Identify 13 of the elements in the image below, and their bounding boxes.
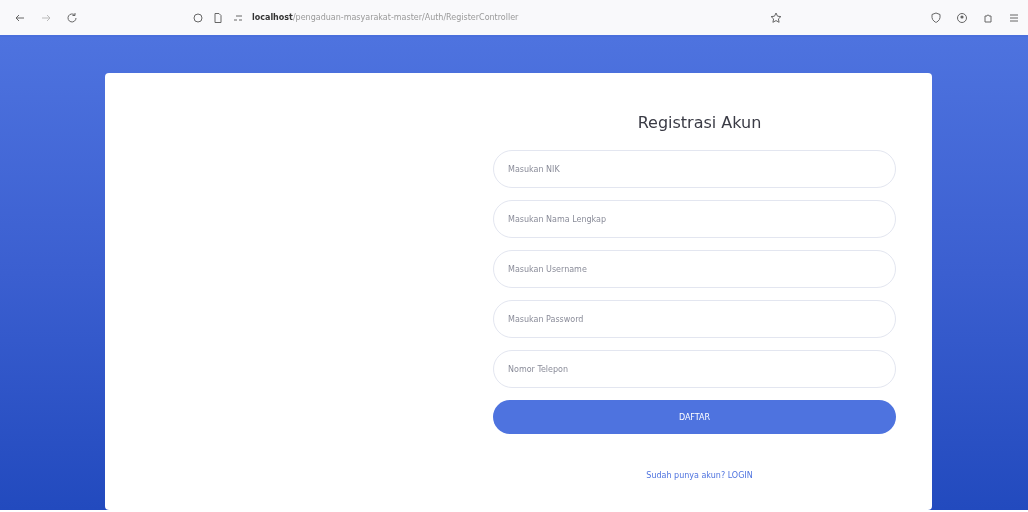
form-title: Registrasi Akun bbox=[636, 113, 763, 132]
reload-icon[interactable] bbox=[66, 11, 78, 24]
input-field[interactable]: Masukan Nama Lengkap bbox=[493, 200, 896, 238]
input-field[interactable]: Masukan Username bbox=[493, 250, 896, 288]
page-icon bbox=[212, 11, 224, 24]
input-field[interactable]: Masukan NIK bbox=[493, 150, 896, 188]
input-field[interactable]: Nomor Telepon bbox=[493, 350, 896, 388]
url-text: localhost/pengaduan-masyarakat-master/Auth/RegisterController bbox=[252, 13, 520, 22]
account-icon[interactable] bbox=[956, 11, 968, 24]
input-field[interactable]: Masukan Password bbox=[493, 300, 896, 338]
login-link[interactable]: Sudah punya akun? LOGIN bbox=[636, 471, 753, 480]
register-button[interactable]: DAFTAR bbox=[493, 400, 896, 434]
star-icon[interactable] bbox=[770, 11, 782, 24]
